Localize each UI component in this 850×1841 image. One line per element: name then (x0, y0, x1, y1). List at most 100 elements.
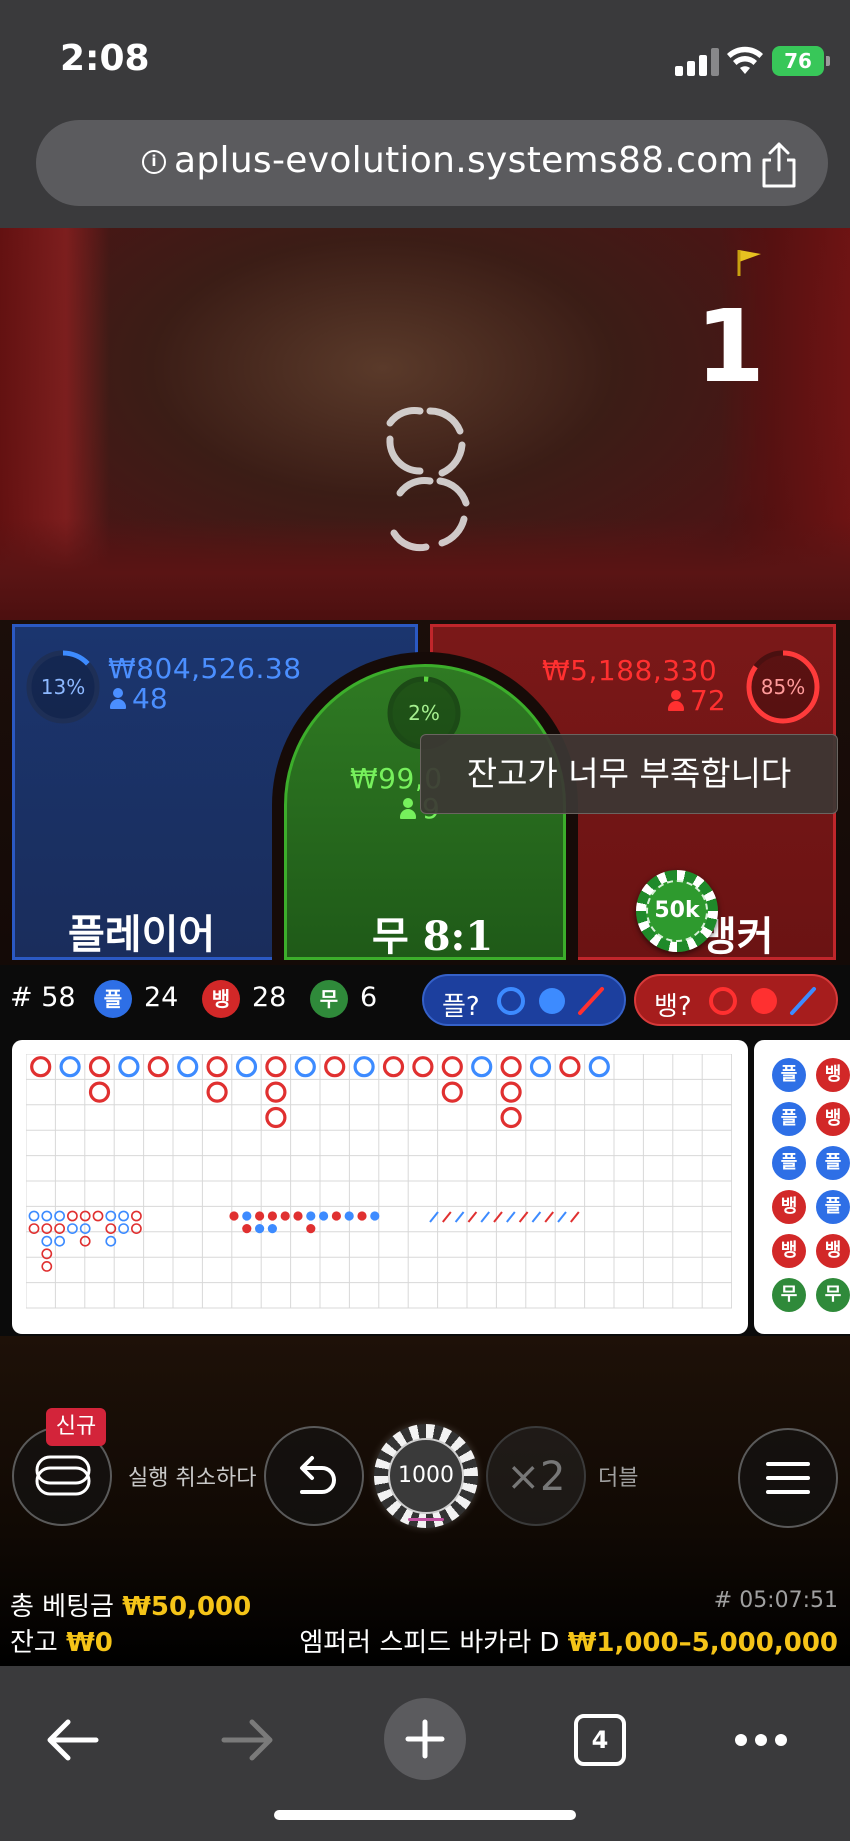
side-road-badge: 뱅 (772, 1190, 806, 1224)
road-mark (531, 1211, 542, 1223)
road-mark (467, 1211, 478, 1223)
side-road-badge: 무 (816, 1278, 850, 1312)
tabs-button[interactable]: 4 (574, 1714, 626, 1766)
road-mark (370, 1211, 380, 1221)
road-mark (242, 1211, 252, 1221)
banker-count: 72 (668, 684, 726, 717)
url-text[interactable]: aplus-evolution.systems88.com (174, 140, 754, 181)
road-mark (306, 1224, 316, 1234)
road-mark (319, 1211, 329, 1221)
banker-ask-button[interactable]: 뱅? (634, 974, 838, 1026)
status-time: 2:08 (60, 38, 150, 79)
road-mark (280, 1211, 290, 1221)
road-mark (441, 1081, 463, 1103)
road-mark (294, 1056, 316, 1078)
info-icon[interactable]: i (142, 150, 166, 174)
banker-percent: 85% (760, 675, 806, 699)
side-road-badge: 플 (816, 1190, 850, 1224)
side-road-badge: 플 (772, 1146, 806, 1180)
road-mark (28, 1210, 40, 1222)
undo-button[interactable] (264, 1426, 364, 1526)
road-mark (267, 1224, 277, 1234)
road-mark (255, 1211, 265, 1221)
road-mark (500, 1081, 522, 1103)
road-mark (54, 1235, 65, 1247)
undo-icon (300, 1456, 336, 1494)
road-mark (41, 1260, 53, 1272)
road-mark (206, 1081, 228, 1103)
tie-label: 무 8:1 (372, 913, 494, 960)
road-mark (88, 1056, 111, 1078)
road-mark (41, 1210, 53, 1222)
double-label: 더블 (598, 1466, 639, 1491)
side-road-badge: 뱅 (816, 1102, 850, 1136)
player-count: 48 (110, 682, 168, 715)
road-mark (441, 1056, 463, 1078)
battery-icon: 76 (772, 46, 830, 76)
scoreboard-roads[interactable] (12, 1040, 748, 1334)
road-mark (242, 1224, 252, 1234)
menu-button[interactable] (738, 1428, 838, 1528)
road-mark (570, 1211, 580, 1223)
road-mark (412, 1056, 434, 1078)
road-mark (331, 1211, 341, 1221)
road-mark (177, 1056, 199, 1078)
new-tab-button[interactable] (384, 1698, 466, 1780)
total-bet-value: ₩50,000 (122, 1592, 252, 1622)
loading-spinner-icon (386, 407, 470, 552)
road-mark (118, 1210, 129, 1222)
road-mark (235, 1056, 258, 1078)
road-mark (471, 1056, 493, 1078)
tie-win-badge: 무 (310, 980, 348, 1018)
road-mark (92, 1210, 104, 1222)
chip-selector[interactable]: 1000 (374, 1424, 478, 1528)
browser-chrome: 2:08 76 i aplus-evolution.systems88.com (0, 0, 850, 228)
player-ask-button[interactable]: 플? (422, 974, 626, 1026)
person-icon (668, 690, 684, 712)
share-icon[interactable] (754, 140, 804, 190)
road-mark (493, 1211, 503, 1223)
road-mark (41, 1235, 53, 1247)
road-mark (267, 1211, 277, 1221)
double-button[interactable]: ×2 (486, 1426, 586, 1526)
road-mark (265, 1081, 287, 1103)
player-win-count: 24 (144, 982, 179, 1013)
road-mark (382, 1056, 405, 1078)
road-mark (353, 1056, 375, 1078)
banker-win-count: 28 (252, 982, 287, 1013)
address-bar[interactable]: i aplus-evolution.systems88.com (36, 120, 828, 206)
balance-value: ₩0 (66, 1628, 113, 1658)
undo-label: 실행 취소하다 (128, 1466, 257, 1491)
bet-limits: ₩1,000–5,000,000 (567, 1628, 838, 1658)
live-video: 1 (0, 228, 850, 628)
road-mark (59, 1056, 81, 1078)
stats-row: # 58 플 24 뱅 28 무 6 플? 뱅? (0, 972, 850, 1028)
road-mark (442, 1211, 452, 1223)
balance: 잔고 ₩0 (10, 1628, 113, 1658)
table-info: 엠퍼러 스피드 바카라 D ₩1,000–5,000,000 (299, 1622, 838, 1659)
road-mark (293, 1211, 303, 1221)
round-number: 1 (695, 288, 765, 405)
side-road-badge: 플 (772, 1102, 806, 1136)
more-options-icon[interactable] (734, 1732, 788, 1748)
banker-amount: ₩5,188,330 (542, 654, 718, 687)
road-mark (529, 1056, 552, 1078)
double-icon: ×2 (506, 1454, 566, 1500)
new-badge: 신규 (46, 1408, 106, 1446)
forward-arrow-icon[interactable] (220, 1718, 276, 1762)
chip-value: 1000 (388, 1438, 464, 1514)
road-grid (26, 1054, 732, 1309)
road-mark (118, 1056, 140, 1078)
home-indicator (274, 1810, 576, 1820)
side-road-badge: 플 (772, 1058, 806, 1092)
flag-icon (737, 250, 761, 276)
scoreboard-side[interactable]: 플플플뱅뱅무뱅뱅플플뱅무 (754, 1040, 850, 1334)
side-road-badge: 뱅 (772, 1234, 806, 1268)
road-mark (557, 1211, 567, 1223)
game-id: # 05:07:51 (713, 1588, 838, 1613)
side-road-badge: 플 (816, 1146, 850, 1180)
road-mark (30, 1056, 52, 1078)
road-mark (255, 1224, 265, 1234)
side-road-badge: 뱅 (816, 1058, 850, 1092)
back-arrow-icon[interactable] (44, 1718, 100, 1762)
